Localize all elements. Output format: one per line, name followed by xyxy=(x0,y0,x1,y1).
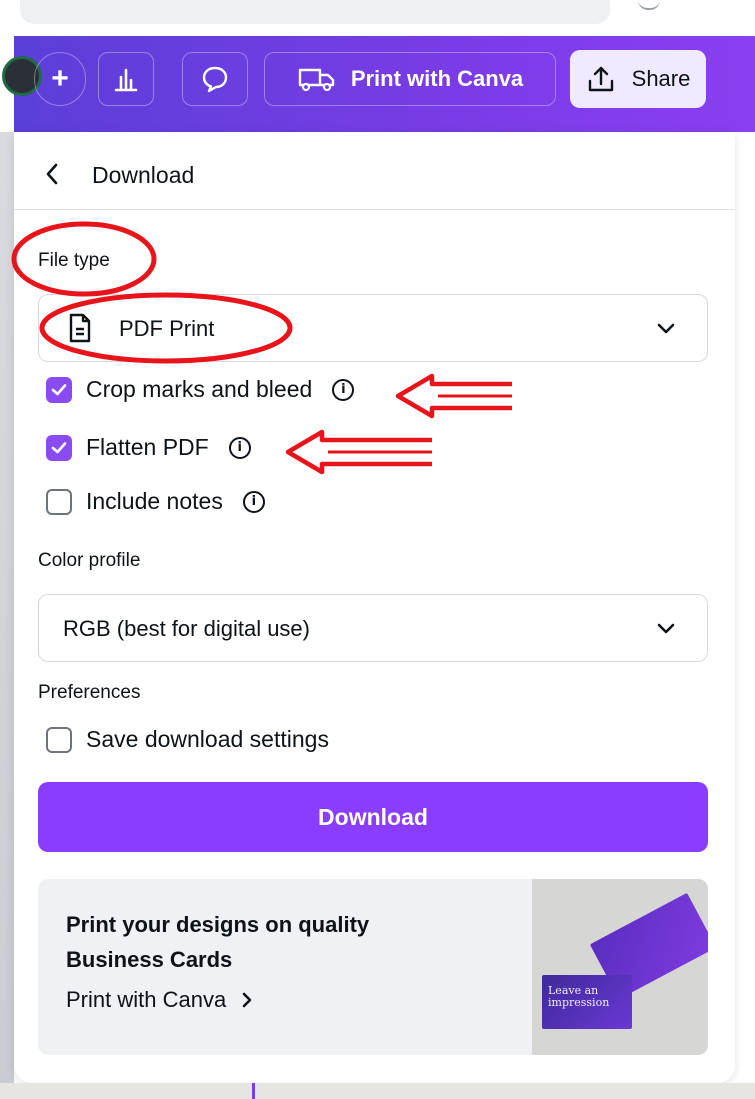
save-settings-checkbox[interactable] xyxy=(46,726,72,753)
promo-link-label: Print with Canva xyxy=(66,987,227,1012)
file-type-label: File type xyxy=(38,250,110,271)
card-text: Leave an impression xyxy=(548,984,610,1009)
comment-button[interactable] xyxy=(182,52,248,106)
save-settings-label: Save download settings xyxy=(86,726,329,752)
chevron-down-icon xyxy=(657,323,675,334)
include-notes-checkbox[interactable] xyxy=(46,488,72,515)
info-icon[interactable]: i xyxy=(242,490,265,513)
business-card-front: Leave an impression xyxy=(542,975,632,1029)
editor-toolbar: + Print with Canva Share xyxy=(2,36,755,132)
check-icon xyxy=(51,441,67,453)
top-indicator xyxy=(638,0,660,10)
canvas-divider xyxy=(252,1083,255,1099)
info-icon[interactable]: i xyxy=(332,378,355,401)
flatten-pdf-checkbox[interactable] xyxy=(46,434,72,461)
file-type-value: PDF Print xyxy=(119,316,215,341)
back-icon[interactable] xyxy=(44,162,60,186)
include-notes-option[interactable]: Include notes i xyxy=(46,488,265,515)
panel-title: Download xyxy=(92,162,195,188)
business-cards-image: Leave an impression xyxy=(532,879,708,1055)
promo-link[interactable]: Print with Canva xyxy=(66,987,254,1013)
print-promo-card[interactable]: Print your designs on quality Business C… xyxy=(38,879,708,1055)
print-with-canva-label: Print with Canva xyxy=(350,66,524,91)
color-profile-value: RGB (best for digital use) xyxy=(63,616,310,641)
crop-marks-option[interactable]: Crop marks and bleed i xyxy=(46,376,355,403)
chevron-right-icon xyxy=(242,992,252,1008)
share-upload-icon xyxy=(588,66,613,92)
flatten-pdf-label: Flatten PDF xyxy=(86,434,209,460)
check-icon xyxy=(51,383,67,395)
include-notes-label: Include notes xyxy=(86,488,223,514)
bar-chart-icon xyxy=(114,68,138,92)
canvas-bottom xyxy=(0,1083,755,1099)
download-button[interactable]: Download xyxy=(38,782,708,852)
color-profile-select[interactable]: RGB (best for digital use) xyxy=(38,594,708,662)
comment-icon xyxy=(202,66,228,93)
insights-button[interactable] xyxy=(98,52,154,106)
file-type-select[interactable]: PDF Print xyxy=(38,294,708,362)
panel-header: Download xyxy=(14,132,735,210)
save-settings-option[interactable]: Save download settings xyxy=(46,726,329,753)
preferences-label: Preferences xyxy=(38,682,141,703)
share-button[interactable]: Share xyxy=(570,50,706,108)
canvas-edge xyxy=(0,132,14,1099)
top-strip xyxy=(0,0,755,36)
promo-title: Print your designs on quality Business C… xyxy=(66,912,370,972)
print-with-canva-button[interactable]: Print with Canva xyxy=(264,52,556,106)
crop-marks-checkbox[interactable] xyxy=(46,376,72,403)
share-label: Share xyxy=(631,66,691,91)
chevron-down-icon xyxy=(657,623,675,634)
color-profile-label: Color profile xyxy=(38,550,141,571)
document-icon xyxy=(69,313,91,343)
download-panel: Download File type PDF Print Crop marks … xyxy=(14,132,735,1083)
flatten-pdf-option[interactable]: Flatten PDF i xyxy=(46,434,251,461)
truck-icon xyxy=(298,68,335,92)
info-icon[interactable]: i xyxy=(228,436,251,459)
crop-marks-label: Crop marks and bleed xyxy=(86,376,313,402)
top-search-bar xyxy=(20,0,610,24)
add-button[interactable]: + xyxy=(34,52,86,106)
